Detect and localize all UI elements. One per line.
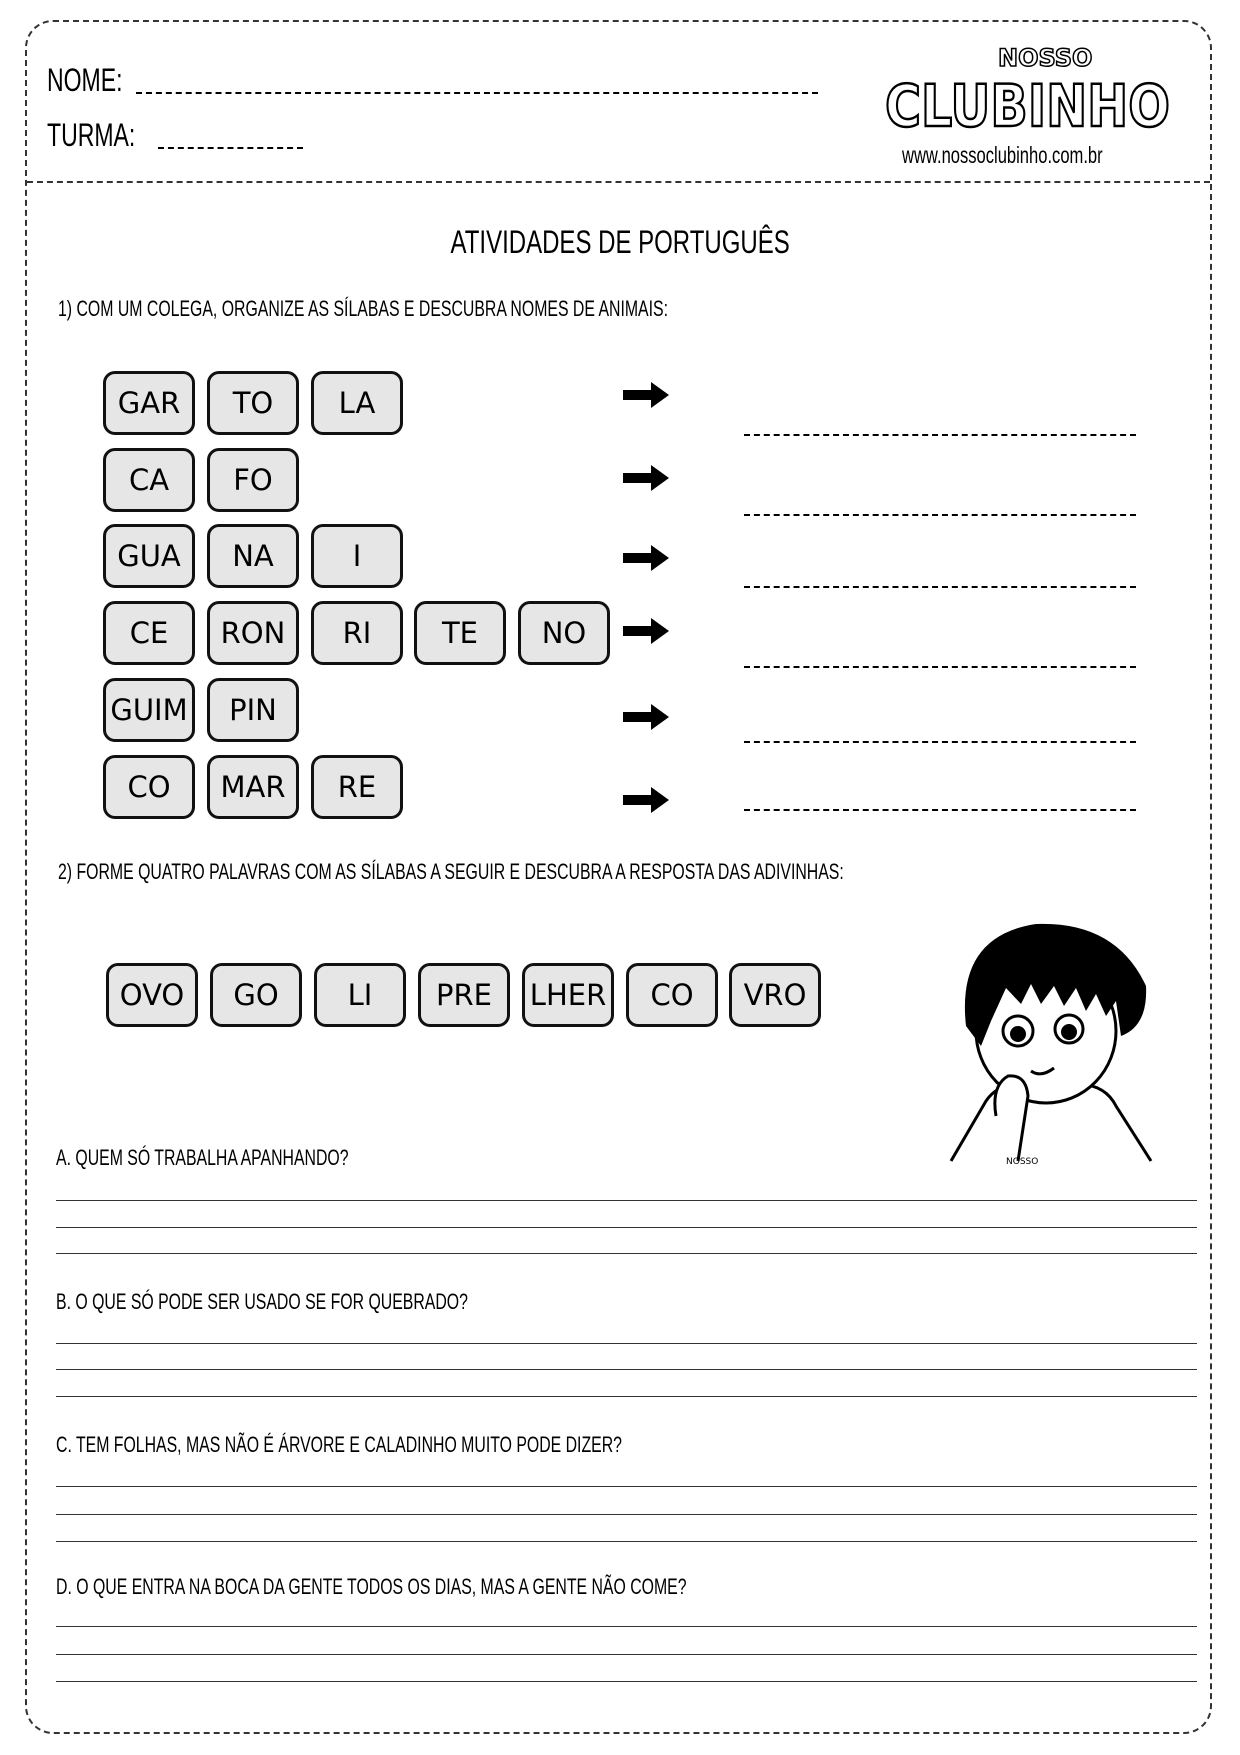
answer-line[interactable]: [744, 809, 1136, 811]
syllable-tile[interactable]: NO: [518, 601, 610, 665]
answer-line[interactable]: [744, 434, 1136, 436]
syllable-tile[interactable]: OVO: [106, 963, 198, 1027]
answer-line[interactable]: [56, 1681, 1197, 1682]
answer-line[interactable]: [744, 741, 1136, 743]
syllable-tile[interactable]: CE: [103, 601, 195, 665]
answer-line[interactable]: [56, 1369, 1197, 1370]
syllable-tile[interactable]: NA: [207, 524, 299, 588]
riddle-question: A. QUEM SÓ TRABALHA APANHANDO?: [56, 1145, 349, 1170]
syllable-tile[interactable]: TE: [414, 601, 506, 665]
website-link[interactable]: www.nossoclubinho.com.br: [902, 142, 1103, 169]
syllable-tile[interactable]: RE: [311, 755, 403, 819]
syllable-tile[interactable]: CO: [626, 963, 718, 1027]
answer-line[interactable]: [56, 1227, 1197, 1228]
answer-line[interactable]: [56, 1626, 1197, 1627]
answer-line[interactable]: [56, 1253, 1197, 1254]
syllable-tile[interactable]: LHER: [522, 963, 614, 1027]
syllable-tile[interactable]: GO: [210, 963, 302, 1027]
answer-line[interactable]: [56, 1343, 1197, 1344]
exercise2-instruction: 2) FORME QUATRO PALAVRAS COM AS SÍLABAS …: [58, 859, 844, 884]
answer-line[interactable]: [56, 1396, 1197, 1397]
logo-main-text: CLUBINHO: [885, 72, 1170, 136]
syllable-tile[interactable]: GUA: [103, 524, 195, 588]
syllable-tile[interactable]: I: [311, 524, 403, 588]
syllable-tile[interactable]: FO: [207, 448, 299, 512]
syllable-tile[interactable]: LA: [311, 371, 403, 435]
answer-line[interactable]: [56, 1486, 1197, 1487]
logo-top-text: NOSSO: [998, 44, 1092, 72]
right-arrow-icon: [623, 618, 669, 644]
right-arrow-icon: [623, 787, 669, 813]
syllable-tile[interactable]: PIN: [207, 678, 299, 742]
shirt-logo-text: NOSSO: [1006, 1157, 1038, 1166]
syllable-tile[interactable]: CA: [103, 448, 195, 512]
syllable-tile[interactable]: PRE: [418, 963, 510, 1027]
syllable-tile[interactable]: GAR: [103, 371, 195, 435]
thinking-boy-illustration: NOSSO: [949, 923, 1153, 1166]
riddle-question: D. O QUE ENTRA NA BOCA DA GENTE TODOS OS…: [56, 1574, 687, 1599]
syllable-tile[interactable]: VRO: [729, 963, 821, 1027]
header-divider: [27, 181, 1210, 183]
syllable-tile[interactable]: GUIM: [103, 678, 195, 742]
name-label: NOME:: [47, 62, 123, 98]
class-field[interactable]: [158, 147, 303, 149]
name-field[interactable]: [136, 92, 818, 94]
right-arrow-icon: [623, 382, 669, 408]
logo: NOSSO CLUBINHO: [884, 43, 1172, 136]
answer-line[interactable]: [56, 1654, 1197, 1655]
right-arrow-icon: [623, 465, 669, 491]
riddle-question: B. O QUE SÓ PODE SER USADO SE FOR QUEBRA…: [56, 1289, 468, 1314]
right-arrow-icon: [623, 704, 669, 730]
answer-line[interactable]: [56, 1200, 1197, 1201]
right-arrow-icon: [623, 545, 669, 571]
riddle-question: C. TEM FOLHAS, MAS NÃO É ÁRVORE E CALADI…: [56, 1432, 622, 1457]
answer-line[interactable]: [56, 1541, 1197, 1542]
page-title: ATIVIDADES DE PORTUGUÊS: [450, 224, 790, 260]
answer-line[interactable]: [744, 586, 1136, 588]
syllable-tile[interactable]: RI: [311, 601, 403, 665]
syllable-tile[interactable]: LI: [314, 963, 406, 1027]
answer-line[interactable]: [744, 666, 1136, 668]
answer-line[interactable]: [56, 1514, 1197, 1515]
syllable-tile[interactable]: TO: [207, 371, 299, 435]
exercise1-instruction: 1) COM UM COLEGA, ORGANIZE AS SÍLABAS E …: [58, 296, 668, 321]
syllable-tile[interactable]: RON: [207, 601, 299, 665]
syllable-tile[interactable]: MAR: [207, 755, 299, 819]
answer-line[interactable]: [744, 514, 1136, 516]
syllable-tile[interactable]: CO: [103, 755, 195, 819]
class-label: TURMA:: [47, 117, 136, 153]
